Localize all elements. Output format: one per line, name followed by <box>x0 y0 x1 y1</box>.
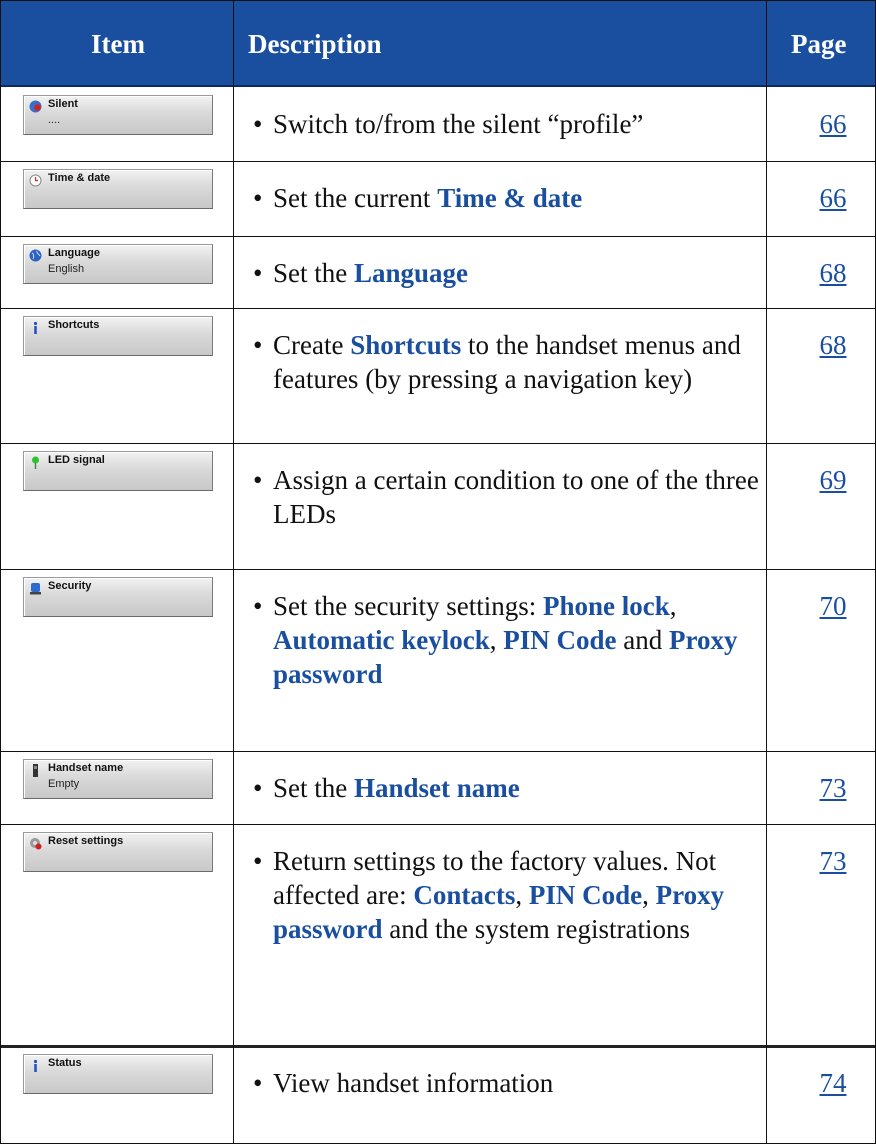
reset-icon <box>30 838 42 850</box>
description-text: Set the <box>273 773 354 803</box>
row-description: Return settings to the factory values. N… <box>273 844 763 946</box>
description-text: and the system registrations <box>382 914 690 944</box>
menu-item-image: Shortcuts <box>23 316 213 356</box>
menu-item-title: Silent <box>48 98 78 110</box>
page-link[interactable]: 74 <box>792 1066 874 1100</box>
bullet-mark: • <box>253 846 263 876</box>
description-text: , <box>489 625 504 655</box>
description-text: Set the security settings: <box>273 591 543 621</box>
globe-icon <box>29 249 42 262</box>
menu-item-image: Time & date <box>23 169 213 209</box>
header-item: Item <box>91 29 145 59</box>
keyword: Contacts <box>413 880 516 910</box>
bullet-mark: • <box>253 591 263 621</box>
page-link[interactable]: 68 <box>792 256 874 290</box>
description-text: Set the current <box>273 183 438 213</box>
bullet-mark: • <box>253 109 263 139</box>
description-text: , <box>642 880 656 910</box>
keyword: Time & date <box>437 183 583 213</box>
menu-item-subtitle: .... <box>48 114 61 126</box>
menu-item-image: Reset settings <box>23 832 213 872</box>
menu-item-subtitle: Empty <box>48 778 80 790</box>
bullet-mark: • <box>253 258 263 288</box>
column-divider <box>766 1 767 1143</box>
page-link[interactable]: 66 <box>792 181 874 215</box>
keyword: Automatic keylock <box>273 625 490 655</box>
table-row: Handset name Empty • Set the Handset name 73 <box>1 751 875 824</box>
menu-item-title: LED signal <box>48 454 105 466</box>
description-text: Create <box>273 330 351 360</box>
bullet-mark: • <box>253 330 263 360</box>
description-text: , <box>669 591 677 621</box>
menu-item-title: Handset name <box>48 762 124 774</box>
header-page: Page <box>791 29 847 59</box>
description-text: , <box>515 880 529 910</box>
row-description: Assign a certain condition to one of the… <box>273 463 763 531</box>
table-row: Time & date • Set the current Time & date 6… <box>1 161 875 236</box>
keyword: PIN Code <box>503 625 617 655</box>
info-icon <box>33 321 38 334</box>
shield-icon <box>30 583 41 595</box>
silent-icon <box>29 100 42 113</box>
description-text: View handset information <box>273 1068 554 1098</box>
page-link[interactable]: 73 <box>792 844 874 878</box>
table-row: Reset settings • Return settings to the fa… <box>1 824 875 1046</box>
led-icon <box>32 456 39 469</box>
header-description: Description <box>248 29 382 59</box>
table-row: Status • View handset information 74 <box>1 1046 875 1143</box>
keyword: PIN Code <box>528 880 643 910</box>
menu-item-subtitle: English <box>48 263 85 275</box>
page-link[interactable]: 68 <box>792 328 874 362</box>
bullet-mark: • <box>253 465 263 495</box>
keyword: Handset name <box>354 773 520 803</box>
menu-item-title: Security <box>48 580 92 592</box>
menu-item-image: Language English <box>23 244 213 284</box>
description-text: Assign a certain condition to one of the… <box>273 465 759 529</box>
column-divider <box>233 1 234 1143</box>
bullet-mark: • <box>253 1068 263 1098</box>
row-description: Set the security settings: Phone lock, A… <box>273 589 763 691</box>
page-link[interactable]: 73 <box>792 771 874 805</box>
page-link[interactable]: 66 <box>792 107 874 141</box>
menu-item-title: Language <box>48 247 100 259</box>
page-link[interactable]: 70 <box>792 589 874 623</box>
keyword: Shortcuts <box>350 330 462 360</box>
info-icon <box>33 1059 38 1072</box>
description-text: and <box>616 625 669 655</box>
menu-item-title: Status <box>48 1057 82 1069</box>
clock-icon <box>29 174 42 187</box>
menu-item-image: Handset name Empty <box>23 759 213 799</box>
menu-item-image: LED signal <box>23 451 213 491</box>
row-description: Switch to/from the silent “profile” <box>273 107 763 141</box>
table-row: Silent.... • Switch to/from the silent “pr… <box>1 87 875 161</box>
menu-item-title: Time & date <box>48 172 111 184</box>
row-description: View handset information <box>273 1066 763 1100</box>
menu-item-title: Reset settings <box>48 835 124 847</box>
row-description: Set the Handset name <box>273 771 763 805</box>
table-row: Language English • Set the Language 68 <box>1 236 875 308</box>
table-row: Security • Set the security settings: Phon… <box>1 569 875 751</box>
keyword: Phone lock <box>542 591 670 621</box>
bullet-mark: • <box>253 773 263 803</box>
row-description: Set the Language <box>273 256 763 290</box>
table-row: LED signal • Assign a certain condition to… <box>1 443 875 569</box>
page-link[interactable]: 69 <box>792 463 874 497</box>
description-text: Set the <box>273 258 354 288</box>
handset-icon <box>33 764 38 777</box>
row-description: Set the current Time & date <box>273 181 763 215</box>
menu-item-image: Security <box>23 577 213 617</box>
menu-item-title: Shortcuts <box>48 319 100 331</box>
menu-item-image: Silent.... <box>23 95 213 135</box>
bullet-mark: • <box>253 183 263 213</box>
row-description: Create Shortcuts to the handset menus an… <box>273 328 763 396</box>
menu-item-image: Status <box>23 1054 213 1094</box>
table-header: Item Description Page <box>1 1 875 87</box>
table-row: Shortcuts • Create Shortcuts to the handse… <box>1 308 875 443</box>
description-text: Switch to/from the silent “profile” <box>273 109 644 139</box>
menu-table: Item Description Page Silent.... • Switch … <box>0 0 876 1144</box>
keyword: Language <box>354 258 469 288</box>
